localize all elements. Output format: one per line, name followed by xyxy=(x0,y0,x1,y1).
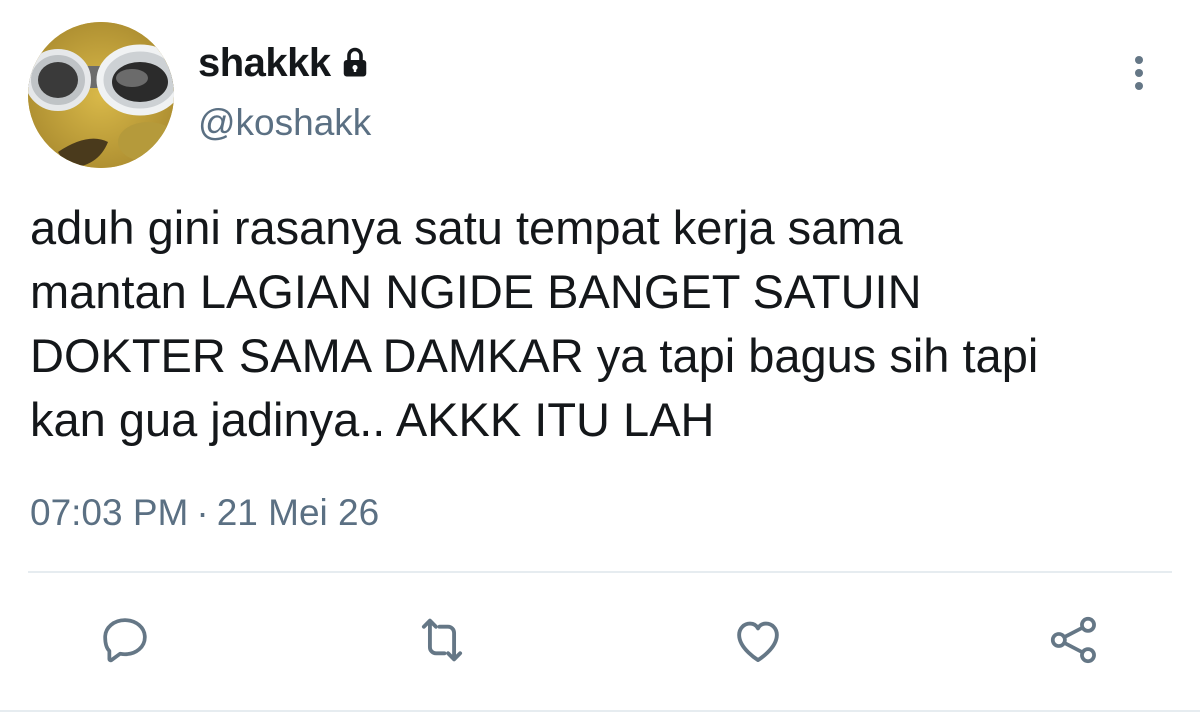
reply-icon xyxy=(103,618,147,663)
avatar[interactable] xyxy=(28,22,174,168)
tweet-card: shakkk @koshakk aduh gini rasanya satu t… xyxy=(0,0,1200,726)
more-vertical-icon[interactable] xyxy=(1124,50,1154,96)
share-icon xyxy=(1050,616,1096,664)
bottom-divider xyxy=(0,710,1200,712)
retweet-button[interactable] xyxy=(412,610,472,670)
tweet-date: 21 Mei 26 xyxy=(216,492,380,533)
retweet-icon xyxy=(421,618,463,662)
tweet-text: aduh gini rasanya satu tempat kerja sama… xyxy=(30,201,1039,446)
share-button[interactable] xyxy=(1044,610,1104,670)
lock-icon xyxy=(337,45,373,81)
tweet-time: 07:03 PM xyxy=(30,492,189,533)
like-button[interactable] xyxy=(728,610,788,670)
reply-button[interactable] xyxy=(95,610,155,670)
divider xyxy=(28,571,1172,573)
heart-icon xyxy=(737,621,779,662)
display-name[interactable]: shakkk xyxy=(198,41,331,86)
display-name-row: shakkk xyxy=(198,38,373,88)
timestamp-separator: · xyxy=(196,492,209,533)
avatar-image xyxy=(28,22,174,168)
user-handle[interactable]: @koshakk xyxy=(198,102,371,144)
tweet-timestamp[interactable]: 07:03 PM · 21 Mei 26 xyxy=(30,492,379,534)
